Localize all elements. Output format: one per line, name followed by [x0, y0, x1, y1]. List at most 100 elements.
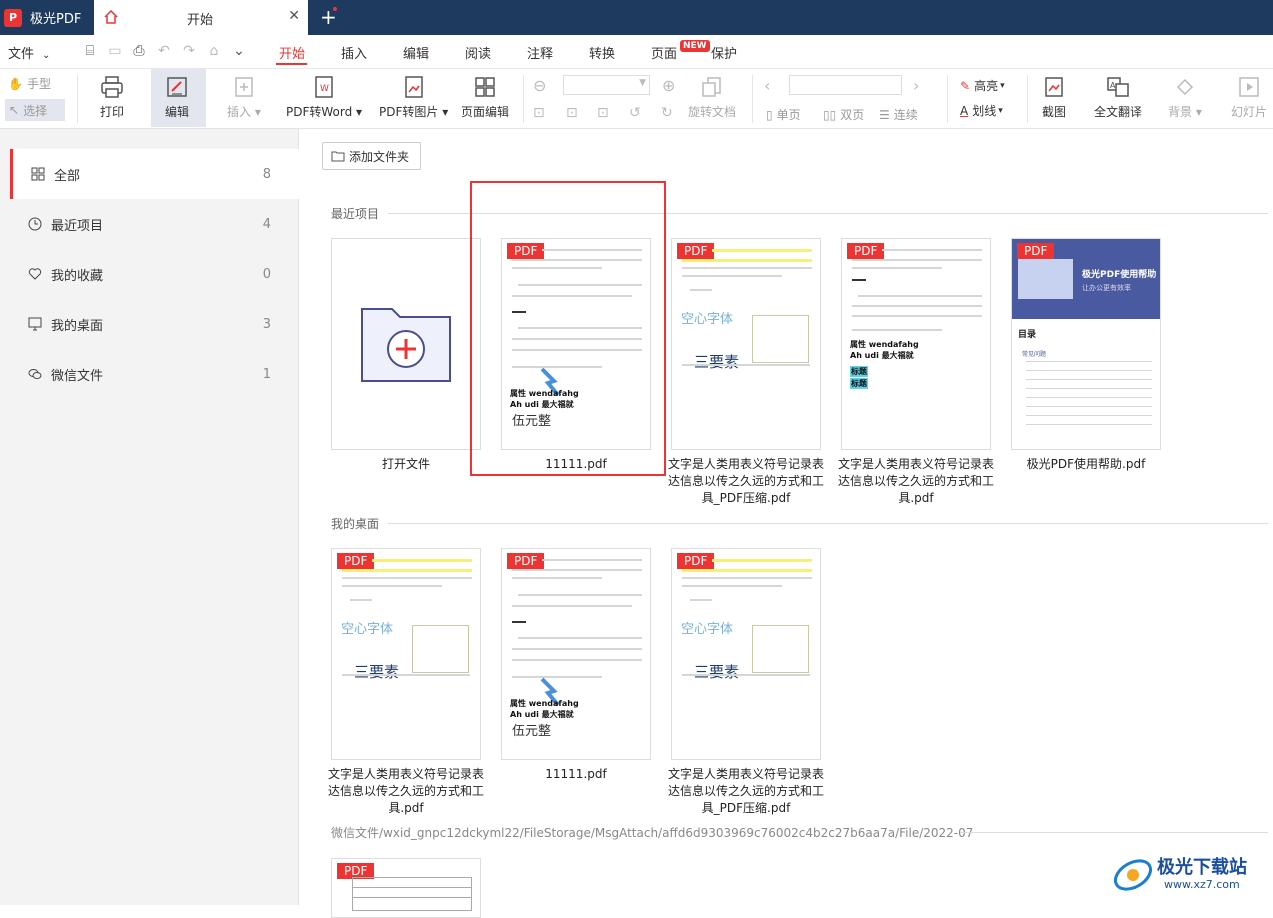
- new-tab-dot: [333, 7, 337, 11]
- table-preview: [352, 877, 472, 911]
- close-tab-icon[interactable]: ✕: [288, 8, 300, 24]
- help-toc: 目录: [1018, 330, 1037, 340]
- edit-doc-icon: [167, 77, 187, 97]
- file-thumbnail[interactable]: PDF 极光PDF使用帮助 让办公更有效率 目录 常见问题: [1011, 238, 1161, 450]
- strikethrough-button[interactable]: A 划线 ▾: [960, 102, 1003, 119]
- desktop-icon: [28, 317, 42, 331]
- redo-icon[interactable]: ↷: [181, 43, 197, 59]
- file-thumbnail[interactable]: PDF: [331, 858, 481, 918]
- edit-button[interactable]: 编辑: [165, 75, 189, 120]
- pdf-to-word-label: PDF转Word: [286, 105, 353, 119]
- highlight-label: 高亮: [974, 79, 999, 93]
- sidebar-item-count: 4: [262, 216, 271, 232]
- actual-size-icon[interactable]: ⊡: [533, 105, 545, 121]
- sidebar-item-label: 最近项目: [51, 218, 104, 234]
- text-line: [690, 289, 712, 291]
- insert-button[interactable]: 插入 ▾: [227, 75, 261, 120]
- tab-insert[interactable]: 插入: [341, 43, 367, 62]
- text-line: [852, 279, 866, 281]
- text-line: [1026, 424, 1152, 425]
- svg-text:A: A: [1110, 81, 1116, 90]
- rotate-left-icon[interactable]: ↺: [629, 105, 641, 121]
- thumb-text: 属性 wendafahg: [510, 699, 579, 708]
- text-line: [518, 594, 642, 596]
- screenshot-button[interactable]: 截图: [1042, 75, 1066, 120]
- sidebar-item-desktop[interactable]: 我的桌面 3: [10, 299, 299, 349]
- section-wechat-path: 微信文件/wxid_gnpc12dckyml22/FileStorage/Msg…: [331, 826, 974, 840]
- print-button[interactable]: 打印: [100, 75, 124, 120]
- fit-width-icon[interactable]: ⊡: [597, 105, 609, 121]
- full-translate-button[interactable]: A 全文翻译: [1094, 75, 1142, 120]
- print-label: 打印: [100, 105, 125, 119]
- sidebar-item-wechat[interactable]: 微信文件 1: [10, 349, 299, 399]
- double-page-button[interactable]: ▯▯ 双页: [823, 106, 864, 123]
- file-thumbnail[interactable]: PDF 属性 wendafahg Ah udi 最大福就 伍元整: [501, 548, 651, 760]
- tab-annotate[interactable]: 注释: [527, 43, 553, 62]
- slideshow-button[interactable]: 幻灯片: [1231, 75, 1267, 120]
- page-grid-icon: [475, 77, 495, 97]
- continuous-button[interactable]: ☰ 连续: [879, 106, 918, 123]
- next-page-icon[interactable]: ›: [913, 76, 919, 95]
- text-line: [1026, 397, 1152, 398]
- tab-convert[interactable]: 转换: [589, 43, 615, 62]
- tab-protect[interactable]: 保护: [711, 43, 737, 62]
- tab-start[interactable]: 开始 ✕: [94, 0, 308, 35]
- thumb-text: 三要素: [694, 353, 740, 371]
- prev-page-icon[interactable]: ‹: [764, 76, 770, 95]
- highlight-button[interactable]: ✎ 高亮 ▾: [960, 77, 1005, 94]
- background-button[interactable]: 背景 ▾: [1168, 75, 1202, 120]
- sidebar-item-label: 我的桌面: [51, 318, 104, 334]
- tab-edit[interactable]: 编辑: [403, 43, 429, 62]
- fit-page-icon[interactable]: ⊡: [566, 105, 578, 121]
- zoom-in-icon[interactable]: ⊕: [662, 76, 675, 95]
- highlight-line: [682, 259, 812, 262]
- file-thumbnail[interactable]: PDF 空心字体 三要素: [671, 548, 821, 760]
- divider: [77, 75, 78, 123]
- sidebar-item-favorites[interactable]: 我的收藏 0: [10, 249, 299, 299]
- zoom-select[interactable]: ▼: [563, 75, 650, 95]
- home-quick-icon[interactable]: ⌂: [206, 43, 222, 59]
- file-thumbnail[interactable]: PDF 属性 wendafahg Ah udi 最大福就 标题 标题: [841, 238, 991, 450]
- undo-icon[interactable]: ↶: [156, 43, 172, 59]
- print-icon[interactable]: ⎙: [131, 43, 147, 59]
- site-watermark: 极光下载站 www.xz7.com: [1112, 850, 1272, 902]
- zoom-out-icon[interactable]: ⊖: [533, 76, 546, 95]
- folder-icon: [331, 151, 345, 162]
- pdf-badge: PDF: [507, 553, 545, 569]
- text-line: [690, 599, 712, 601]
- more-chevron-icon[interactable]: ⌄: [231, 43, 247, 59]
- highlight-line: [712, 249, 812, 252]
- tab-page[interactable]: 页面: [651, 43, 677, 62]
- sidebar-item-all[interactable]: 全部 8: [10, 149, 299, 199]
- pdf-to-word-button[interactable]: W PDF转Word ▾: [286, 75, 362, 120]
- page-number-input[interactable]: [789, 75, 902, 95]
- single-page-button[interactable]: ▯ 单页: [766, 106, 801, 123]
- pdf-badge: PDF: [677, 553, 715, 569]
- open-file-tile[interactable]: [331, 238, 481, 450]
- file-thumbnail[interactable]: PDF 空心字体 三要素: [671, 238, 821, 450]
- page-edit-label: 页面编辑: [461, 105, 510, 119]
- rotate-right-icon[interactable]: ↻: [661, 105, 673, 121]
- tab-start-menu[interactable]: 开始: [279, 43, 305, 62]
- page-edit-button[interactable]: 页面编辑: [461, 75, 509, 120]
- chevron-down-icon: ▾: [998, 105, 1003, 116]
- add-folder-button[interactable]: 添加文件夹: [322, 142, 421, 170]
- select-tool[interactable]: ↖ 选择: [5, 99, 65, 121]
- text-line: [342, 674, 470, 676]
- thumb-text: 标题: [850, 378, 868, 389]
- app-tab[interactable]: P 极光PDF: [0, 0, 94, 35]
- hand-tool[interactable]: ✋ 手型: [8, 75, 51, 92]
- file-thumbnail[interactable]: PDF 空心字体 三要素: [331, 548, 481, 760]
- octagon-shape: [412, 625, 469, 673]
- rotate-doc-button[interactable]: 旋转文档: [688, 75, 736, 120]
- sidebar-item-recent[interactable]: 最近项目 4: [10, 199, 299, 249]
- file-menu[interactable]: 文件 ⌄: [8, 43, 50, 62]
- pdf-to-image-button[interactable]: PDF转图片 ▾: [379, 75, 448, 120]
- divider: [1027, 75, 1028, 123]
- tab-read[interactable]: 阅读: [465, 43, 491, 62]
- slideshow-icon: [1239, 77, 1259, 97]
- save-icon[interactable]: ▭: [107, 43, 123, 59]
- double-page-icon: ▯▯: [823, 107, 837, 122]
- open-icon[interactable]: ⌸: [82, 43, 98, 59]
- single-page-label: 单页: [776, 108, 801, 122]
